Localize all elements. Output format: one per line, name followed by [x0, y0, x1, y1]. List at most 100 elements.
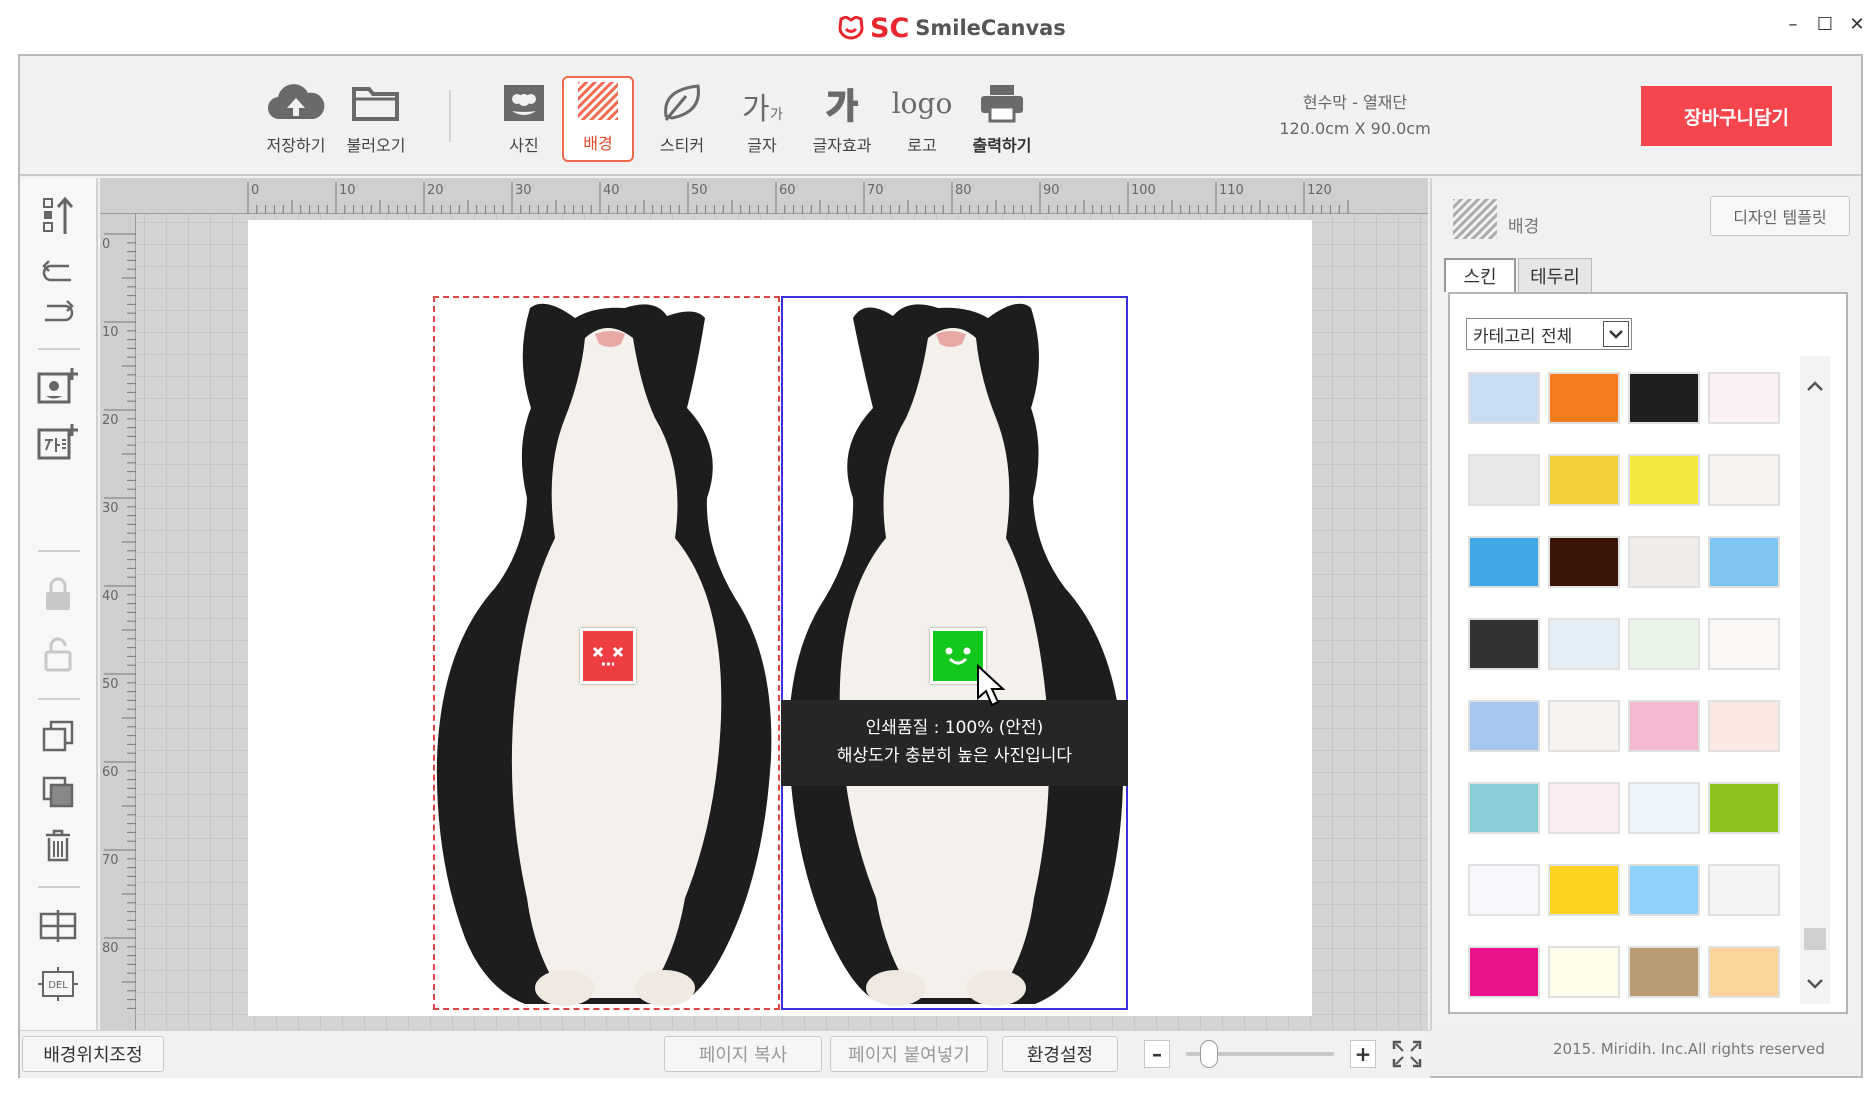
background-swatch[interactable] — [1708, 782, 1780, 834]
send-back-icon[interactable] — [32, 770, 84, 814]
background-swatch[interactable] — [1708, 700, 1780, 752]
undo-button[interactable] — [32, 250, 84, 294]
add-photo-icon[interactable] — [32, 364, 84, 408]
tab-skin[interactable]: 스킨 — [1444, 258, 1516, 292]
bring-front-icon[interactable] — [32, 714, 84, 758]
svg-text:DEL: DEL — [48, 980, 68, 991]
minimize-button[interactable]: – — [1782, 14, 1804, 36]
tab-border[interactable]: 테두리 — [1518, 258, 1592, 292]
background-swatch[interactable] — [1468, 700, 1540, 752]
background-swatch[interactable] — [1548, 782, 1620, 834]
chevron-down-icon[interactable] — [1603, 321, 1629, 347]
load-label: 불러오기 — [346, 136, 406, 155]
text-tool-button[interactable]: 가 가 글자 — [720, 76, 804, 162]
settings-button[interactable]: 환경설정 — [1002, 1036, 1118, 1072]
grid-icon[interactable] — [32, 904, 84, 948]
background-swatch[interactable] — [1468, 372, 1540, 424]
background-swatch[interactable] — [1548, 700, 1620, 752]
unlock-icon[interactable] — [32, 632, 84, 676]
logo-tool-button[interactable]: logo 로고 — [880, 76, 964, 162]
smile-face-icon — [945, 647, 971, 665]
photo-tool-button[interactable]: 사진 — [482, 76, 566, 162]
background-swatch[interactable] — [1548, 618, 1620, 670]
chevron-up-icon[interactable] — [1806, 380, 1824, 392]
design-template-button[interactable]: 디자인 템플릿 — [1710, 196, 1850, 236]
scrollbar-thumb[interactable] — [1804, 928, 1826, 950]
background-swatch[interactable] — [1468, 864, 1540, 916]
cloud-upload-icon — [266, 82, 326, 124]
background-swatch[interactable] — [1708, 946, 1780, 998]
ruler-label: 50 — [691, 183, 708, 198]
maximize-button[interactable]: ☐ — [1814, 14, 1836, 36]
close-button[interactable]: ✕ — [1846, 14, 1868, 36]
sticker-label: 스티커 — [659, 136, 705, 155]
background-swatch[interactable] — [1628, 946, 1700, 998]
background-swatch[interactable] — [1468, 782, 1540, 834]
zoom-in-button[interactable]: + — [1350, 1040, 1376, 1068]
zoom-out-button[interactable]: – — [1144, 1040, 1170, 1068]
background-tool-button[interactable]: 배경 — [562, 76, 634, 162]
category-select[interactable]: 카테고리 전체 — [1466, 318, 1632, 350]
sticker-tool-button[interactable]: 스티커 — [640, 76, 724, 162]
delete-del-icon[interactable]: DEL — [32, 962, 84, 1006]
load-button[interactable]: 불러오기 — [334, 76, 418, 162]
background-swatch[interactable] — [1468, 536, 1540, 588]
ruler-label: 20 — [102, 413, 119, 428]
background-swatch[interactable] — [1548, 864, 1620, 916]
ruler-label: 70 — [102, 853, 119, 868]
text-effect-tool-button[interactable]: 가 글자효과 — [800, 76, 884, 162]
background-position-button[interactable]: 배경위치조정 — [22, 1036, 164, 1072]
logo-icon: logo — [892, 82, 953, 124]
background-swatch[interactable] — [1708, 372, 1780, 424]
text-icon-sub: 가 — [770, 107, 783, 123]
ruler-label: 20 — [427, 183, 444, 198]
background-swatch[interactable] — [1548, 454, 1620, 506]
background-swatch[interactable] — [1628, 536, 1700, 588]
printer-icon — [979, 82, 1025, 124]
page-paste-button[interactable]: 페이지 붙여넣기 — [830, 1036, 988, 1072]
ruler-label: 50 — [102, 677, 119, 692]
ruler-label: 30 — [515, 183, 532, 198]
background-swatch[interactable] — [1628, 782, 1700, 834]
tooltip-quality-text: 인쇄품질 : 100% (안전) — [865, 718, 1044, 738]
trash-icon[interactable] — [32, 824, 84, 868]
text-effect-icon: 가 — [825, 82, 858, 128]
background-swatch[interactable] — [1708, 536, 1780, 588]
swatch-scrollbar[interactable] — [1800, 356, 1830, 1004]
align-icon[interactable] — [32, 194, 84, 238]
background-swatch[interactable] — [1468, 946, 1540, 998]
app-brand: SC SmileCanvas — [838, 12, 1066, 44]
toolbar-divider — [449, 90, 451, 142]
background-swatch[interactable] — [1548, 372, 1620, 424]
product-size: 120.0cm X 90.0cm — [1279, 119, 1431, 138]
background-swatch[interactable] — [1468, 618, 1540, 670]
ruler-label: 80 — [955, 183, 972, 198]
print-quality-bad-badge[interactable] — [580, 628, 636, 684]
background-swatch[interactable] — [1548, 946, 1620, 998]
background-swatch[interactable] — [1548, 536, 1620, 588]
save-button[interactable]: 저장하기 — [254, 76, 338, 162]
ruler-label: 10 — [102, 325, 119, 340]
chevron-down-icon[interactable] — [1806, 978, 1824, 990]
background-swatch[interactable] — [1628, 864, 1700, 916]
zoom-slider-handle[interactable] — [1200, 1040, 1218, 1068]
lock-icon[interactable] — [32, 572, 84, 616]
text-ga-icon: 가 가 — [740, 82, 784, 127]
page-copy-button[interactable]: 페이지 복사 — [664, 1036, 822, 1072]
background-swatch[interactable] — [1708, 454, 1780, 506]
background-swatch[interactable] — [1628, 700, 1700, 752]
background-swatch[interactable] — [1468, 454, 1540, 506]
background-swatch[interactable] — [1628, 454, 1700, 506]
fit-screen-icon[interactable] — [1392, 1040, 1422, 1068]
print-button[interactable]: 출력하기 — [960, 76, 1044, 162]
background-swatch[interactable] — [1708, 618, 1780, 670]
background-swatch[interactable] — [1628, 372, 1700, 424]
add-text-icon[interactable] — [32, 420, 84, 464]
background-swatch[interactable] — [1708, 864, 1780, 916]
vertical-ruler: 0 10 20 30 40 50 60 70 80 — [100, 214, 136, 1030]
background-hatch-icon — [1453, 199, 1497, 239]
background-swatch[interactable] — [1628, 618, 1700, 670]
redo-button[interactable] — [32, 290, 84, 334]
add-to-cart-button[interactable]: 장바구니담기 — [1641, 86, 1832, 146]
design-page[interactable] — [248, 220, 1312, 1016]
